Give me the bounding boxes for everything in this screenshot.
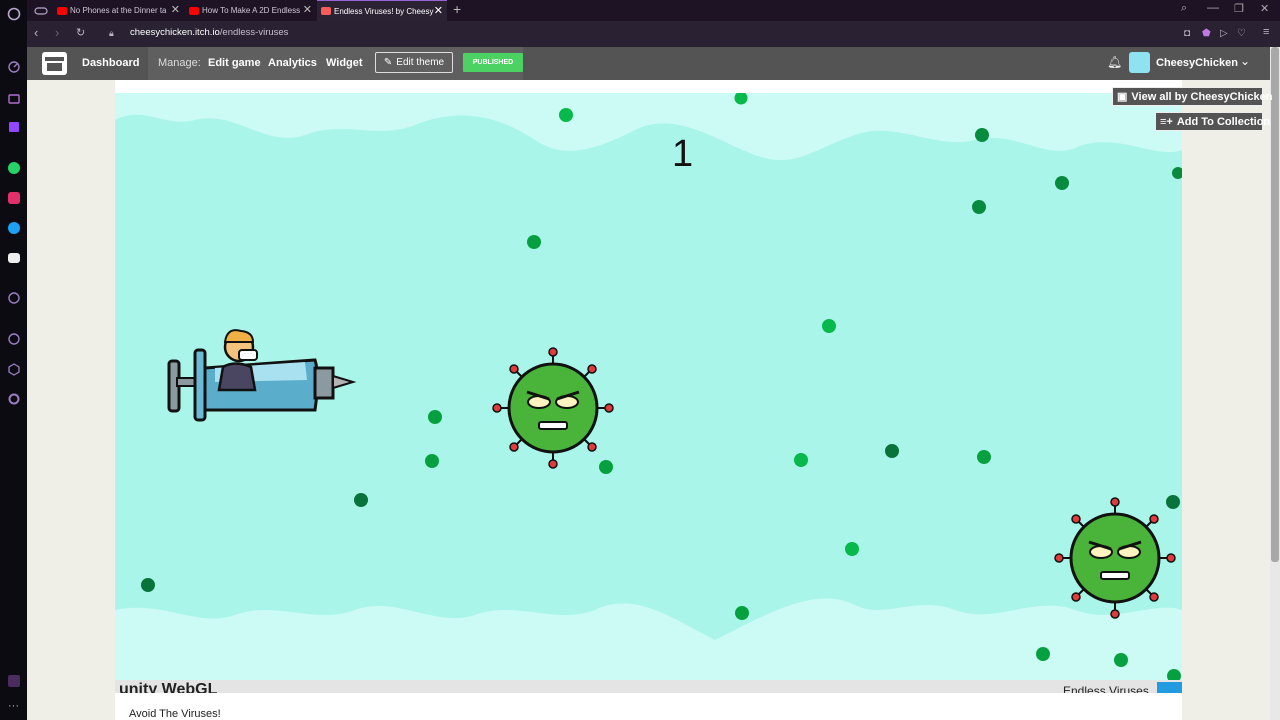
itch-logo-icon[interactable] <box>42 52 67 75</box>
workspace-icon[interactable] <box>6 673 21 688</box>
scrollbar-thumb[interactable] <box>1271 47 1279 562</box>
player-icon[interactable] <box>6 290 21 305</box>
published-badge[interactable]: PUBLISHED <box>463 53 523 72</box>
close-icon[interactable]: ✕ <box>303 3 312 16</box>
itch-admin-bar: Dashboard Manage: Edit game Analytics Wi… <box>27 47 1280 80</box>
tab-strip: No Phones at the Dinner ta ✕ How To Make… <box>27 0 1280 21</box>
reload-icon[interactable]: ↻ <box>76 26 85 39</box>
extensions-icon[interactable] <box>6 361 21 376</box>
username[interactable]: CheesyChicken <box>1156 57 1238 69</box>
url-field[interactable]: cheesychicken.itch.io/endless-viruses <box>130 27 288 38</box>
edit-theme-button[interactable]: ✎ Edit theme <box>375 52 453 73</box>
send-icon[interactable]: ▷ <box>1220 28 1228 39</box>
youtube-icon <box>57 6 67 15</box>
add-list-icon: ≡+ <box>1160 115 1173 128</box>
view-all-button[interactable]: ▣ View all by CheesyChicken <box>1112 87 1272 106</box>
whatsapp-icon[interactable] <box>6 160 21 175</box>
itch-store-icon: ▣ <box>1117 91 1128 103</box>
instagram-icon[interactable] <box>6 190 21 205</box>
lock-icon: 🔒︎ <box>109 28 114 38</box>
unity-footer-bar: unity WebGL Endless Viruses <box>115 680 1182 693</box>
analytics-link[interactable]: Analytics <box>268 57 317 69</box>
edit-game-link[interactable]: Edit game <box>208 57 261 69</box>
game-scene <box>115 80 1182 680</box>
opera-logo-icon[interactable] <box>6 6 21 21</box>
close-icon[interactable]: ✕ <box>171 3 180 16</box>
tab-3-active[interactable]: Endless Viruses! by Cheesy ✕ <box>317 0 447 21</box>
url-domain: cheesychicken.itch.io <box>130 27 220 38</box>
bottom-cloud <box>115 598 1182 680</box>
virus-enemy <box>1054 497 1176 619</box>
tab-title: How To Make A 2D Endless <box>202 6 301 15</box>
close-window-icon[interactable]: ✕ <box>1260 2 1269 15</box>
unity-logo: unity WebGL <box>119 681 218 694</box>
add-collection-label: Add To Collection <box>1176 115 1271 128</box>
game-top-margin <box>115 80 1182 93</box>
url-path: /endless-viruses <box>219 27 289 38</box>
score-counter: 1 <box>672 133 694 175</box>
heart-icon[interactable]: ♡ <box>1237 28 1246 39</box>
youtube-icon <box>189 6 199 15</box>
menu-icon[interactable]: ≡ <box>1263 26 1269 38</box>
chevron-down-icon[interactable]: ⌄ <box>1240 54 1250 68</box>
syringe-plane-player <box>167 329 357 422</box>
game-canvas[interactable] <box>115 80 1182 680</box>
view-all-label: View all by CheesyChicken <box>1131 90 1273 103</box>
bell-icon[interactable]: 🔔︎ <box>1107 55 1122 69</box>
fullscreen-button[interactable] <box>1157 682 1182 693</box>
avatar[interactable] <box>1129 52 1150 73</box>
search-tabs-icon[interactable]: ⌕ <box>1181 2 1187 15</box>
camera-icon[interactable]: ◘ <box>1184 28 1190 39</box>
history-icon[interactable] <box>6 331 21 346</box>
itch-icon <box>321 7 331 15</box>
minimize-icon[interactable]: — <box>1207 0 1219 14</box>
browser-window: ··· No Phones at the Dinner ta ✕ How To … <box>0 0 1280 720</box>
tab-title: No Phones at the Dinner ta <box>70 6 167 15</box>
restore-icon[interactable]: ❐ <box>1234 2 1244 15</box>
description-text: Avoid The Viruses! <box>129 708 221 720</box>
widget-link[interactable]: Widget <box>326 57 363 69</box>
twitter-icon[interactable] <box>6 220 21 235</box>
new-tab-plus-icon[interactable]: + <box>453 1 461 17</box>
tab-1[interactable]: No Phones at the Dinner ta ✕ <box>53 0 184 21</box>
close-icon[interactable]: ✕ <box>434 4 443 17</box>
address-bar: ‹ › ↻ 🔒︎ cheesychicken.itch.io/endless-v… <box>27 21 1280 47</box>
tab-title: Endless Viruses! by Cheesy <box>334 6 434 16</box>
manage-label: Manage: <box>158 57 201 69</box>
edit-theme-label: Edit theme <box>396 57 445 68</box>
back-icon[interactable]: ‹ <box>34 25 38 40</box>
settings-gear-icon[interactable] <box>6 391 21 406</box>
more-icon[interactable]: ··· <box>6 698 21 713</box>
tab-2[interactable]: How To Make A 2D Endless ✕ <box>185 0 316 21</box>
vpn-shield-icon[interactable]: ⬟ <box>1202 28 1211 39</box>
virus-enemy <box>492 347 614 469</box>
speed-dial-icon[interactable] <box>6 59 21 74</box>
game-description: Avoid The Viruses! <box>115 693 1182 720</box>
discord-icon[interactable] <box>6 250 21 265</box>
pencil-icon: ✎ <box>383 57 393 68</box>
browser-sidebar: ··· <box>0 0 27 720</box>
dashboard-link[interactable]: Dashboard <box>82 57 139 69</box>
tab-islands-icon[interactable] <box>33 3 48 18</box>
forward-icon[interactable]: › <box>55 25 59 40</box>
game-title-footer: Endless Viruses <box>1063 684 1149 693</box>
add-to-collection-button[interactable]: ≡+ Add To Collection <box>1155 112 1270 131</box>
twitch-icon[interactable] <box>6 119 21 134</box>
shopping-bag-icon[interactable] <box>6 89 21 104</box>
